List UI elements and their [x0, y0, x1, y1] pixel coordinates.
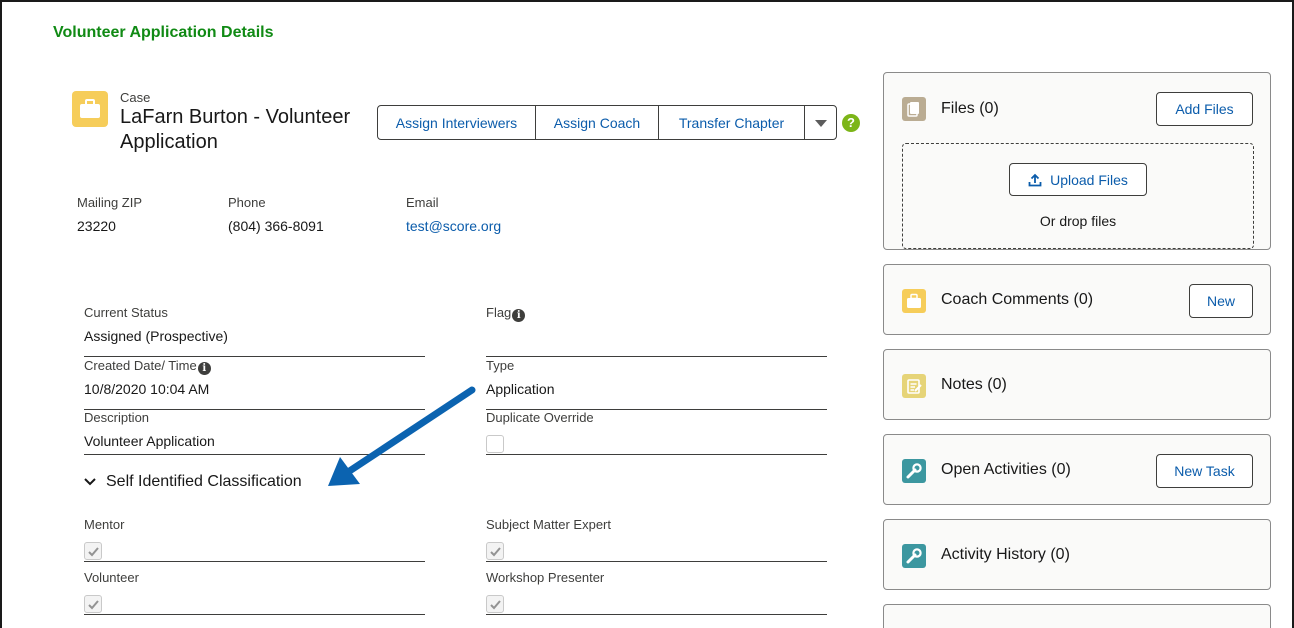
new-coach-comment-button[interactable]: New: [1189, 284, 1253, 318]
volunteer-checkbox: [84, 595, 102, 613]
file-drop-zone[interactable]: Upload Files Or drop files: [902, 143, 1254, 249]
activity-history-title[interactable]: Activity History (0): [941, 546, 1070, 564]
subject-matter-expert-field: Subject Matter Expert: [486, 517, 827, 562]
checkmark-icon: [490, 547, 501, 557]
created-date-label: Created Date/ Time: [84, 358, 197, 373]
briefcase-icon: [72, 91, 108, 127]
new-task-button[interactable]: New Task: [1156, 454, 1253, 488]
current-status-label: Current Status: [84, 305, 168, 320]
help-icon[interactable]: ?: [842, 114, 860, 132]
record-actions: Assign Interviewers Assign Coach Transfe…: [377, 105, 837, 140]
more-actions-button[interactable]: [804, 105, 837, 140]
related-list-card: [883, 604, 1271, 628]
current-status-value: Assigned (Prospective): [84, 328, 228, 344]
chevron-down-icon: [84, 478, 96, 486]
sme-label: Subject Matter Expert: [486, 517, 611, 532]
type-field: Type Application: [486, 358, 827, 410]
created-date-field: Created Date/ Time i 10/8/2020 10:04 AM: [84, 358, 425, 410]
checkmark-icon: [88, 600, 99, 610]
email-link[interactable]: test@score.org: [406, 218, 501, 234]
current-status-field: Current Status Assigned (Prospective): [84, 305, 425, 357]
volunteer-field: Volunteer: [84, 570, 425, 615]
checkmark-icon: [490, 600, 501, 610]
upload-icon: [1028, 173, 1042, 186]
files-title[interactable]: Files (0): [941, 100, 999, 118]
flag-label-row: Flag i: [486, 305, 526, 322]
description-value: Volunteer Application: [84, 433, 215, 449]
workshop-checkbox: [486, 595, 504, 613]
created-date-value: 10/8/2020 10:04 AM: [84, 381, 210, 397]
type-label: Type: [486, 358, 515, 373]
page-title: Volunteer Application Details: [53, 24, 274, 41]
coach-comments-card: Coach Comments (0) New: [883, 264, 1271, 335]
mentor-field: Mentor: [84, 517, 425, 562]
open-activities-title[interactable]: Open Activities (0): [941, 461, 1071, 479]
notes-card: Notes (0): [883, 349, 1271, 420]
mailing-zip-label: Mailing ZIP: [77, 195, 143, 210]
wrench-icon: [902, 544, 926, 568]
add-files-button[interactable]: Add Files: [1156, 92, 1253, 126]
briefcase-icon: [902, 289, 926, 313]
duplicate-override-label: Duplicate Override: [486, 410, 594, 425]
sme-checkbox: [486, 542, 504, 560]
mentor-checkbox: [84, 542, 102, 560]
notes-title[interactable]: Notes (0): [941, 376, 1007, 394]
coach-comments-title[interactable]: Coach Comments (0): [941, 291, 1093, 309]
mentor-label: Mentor: [84, 517, 125, 532]
section-toggle-self-identified-classification[interactable]: Self Identified Classification: [82, 473, 302, 491]
files-card: Files (0) Add Files Upload Files Or drop…: [883, 72, 1271, 250]
section-title: Self Identified Classification: [106, 473, 302, 490]
email-label: Email: [406, 195, 439, 210]
description-field: Description Volunteer Application: [84, 410, 425, 455]
chevron-down-icon: [814, 119, 827, 127]
phone-value: (804) 366-8091: [228, 218, 324, 234]
type-value: Application: [486, 381, 555, 397]
transfer-chapter-button[interactable]: Transfer Chapter: [658, 105, 805, 140]
upload-files-button[interactable]: Upload Files: [1009, 163, 1147, 196]
flag-label: Flag: [486, 305, 512, 320]
description-label: Description: [84, 410, 150, 425]
files-icon: [902, 97, 926, 121]
assign-coach-button[interactable]: Assign Coach: [535, 105, 659, 140]
volunteer-label: Volunteer: [84, 570, 139, 585]
flag-field: Flag i: [486, 305, 827, 357]
assign-interviewers-button[interactable]: Assign Interviewers: [377, 105, 536, 140]
notes-icon: [902, 374, 926, 398]
checkmark-icon: [88, 547, 99, 557]
phone-label: Phone: [228, 195, 266, 210]
record-object-label: Case: [120, 90, 151, 105]
workshop-label: Workshop Presenter: [486, 570, 605, 585]
upload-files-label: Upload Files: [1050, 171, 1128, 188]
activity-history-card: Activity History (0): [883, 519, 1271, 590]
duplicate-override-field: Duplicate Override: [486, 410, 827, 455]
workshop-presenter-field: Workshop Presenter: [486, 570, 827, 615]
duplicate-override-checkbox[interactable]: [486, 435, 504, 453]
mailing-zip-value: 23220: [77, 218, 116, 234]
drop-files-text: Or drop files: [1039, 213, 1117, 229]
info-icon[interactable]: i: [197, 362, 211, 375]
open-activities-card: Open Activities (0) New Task: [883, 434, 1271, 505]
info-icon[interactable]: i: [512, 309, 526, 322]
wrench-icon: [902, 459, 926, 483]
created-label-row: Created Date/ Time i: [84, 358, 211, 375]
record-name: LaFarn Burton - Volunteer Application: [120, 106, 351, 153]
